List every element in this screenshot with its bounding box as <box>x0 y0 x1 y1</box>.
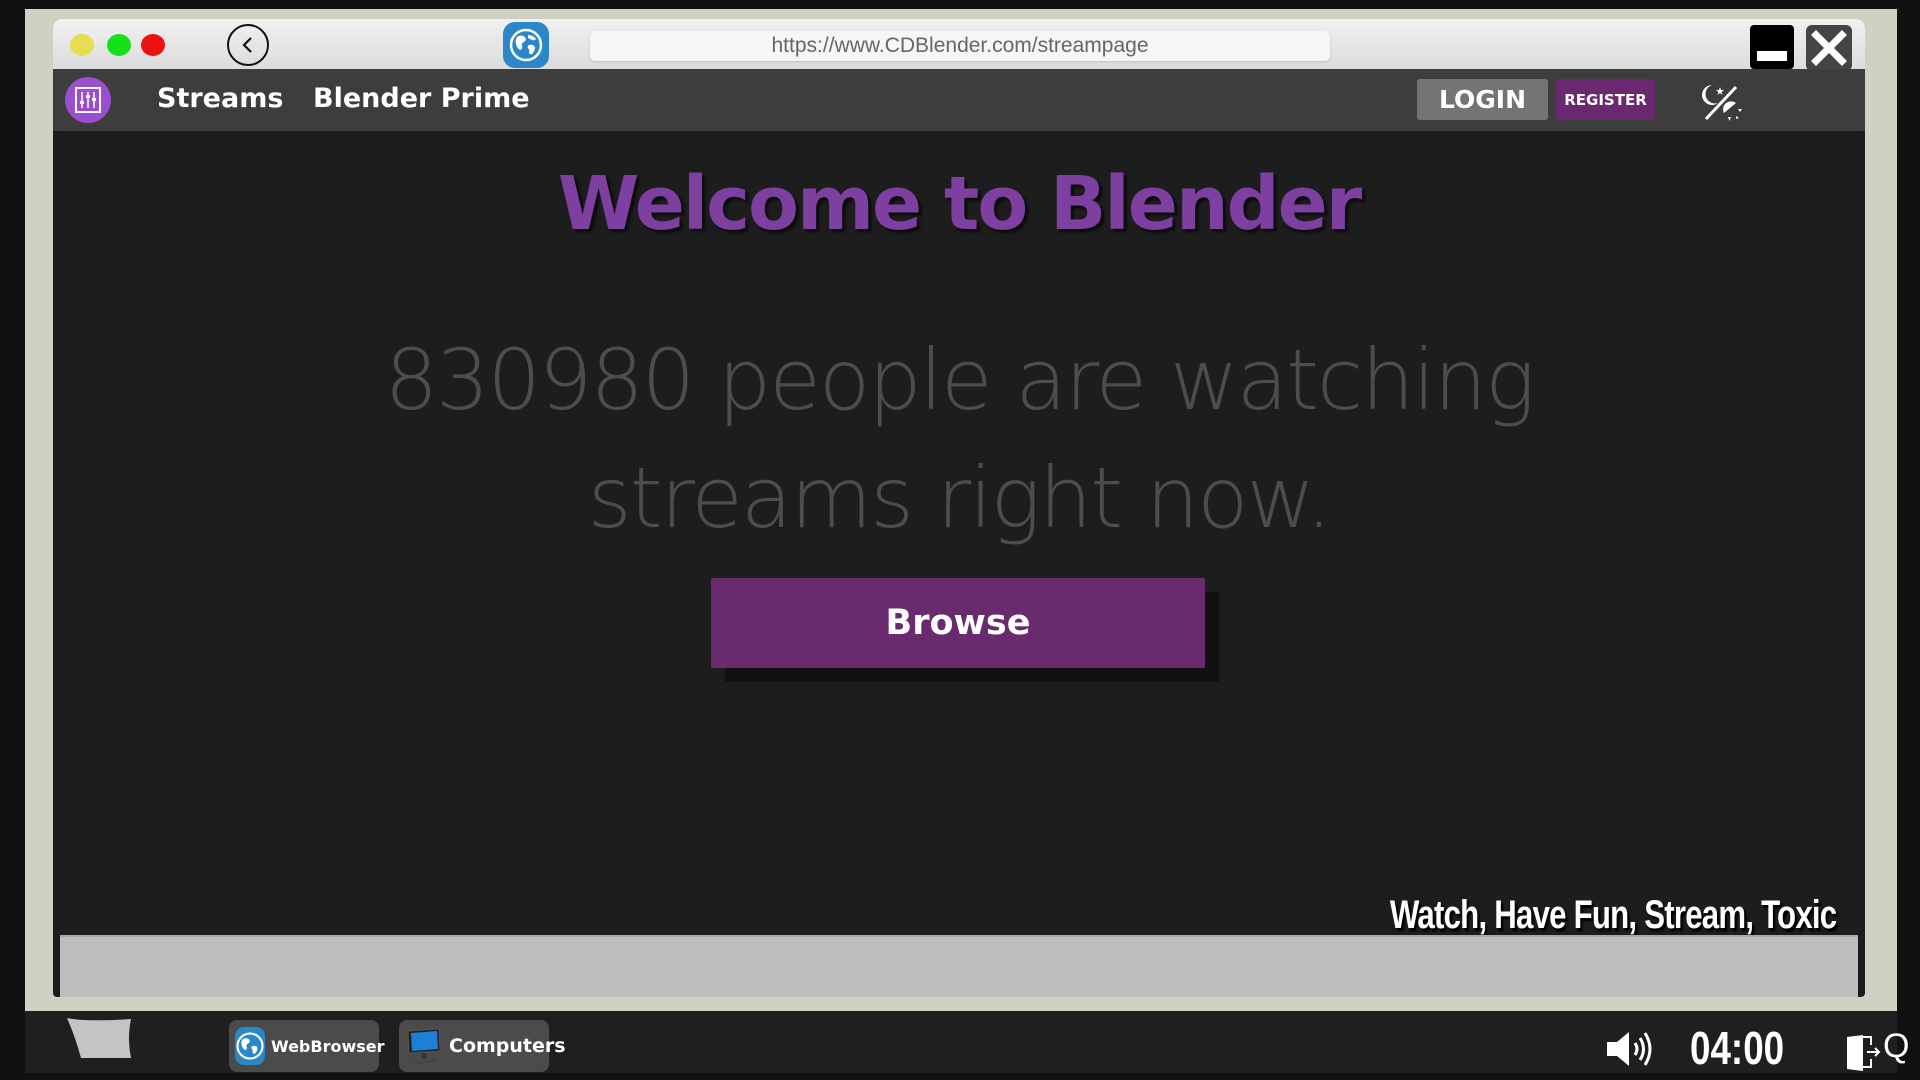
page-title: Welcome to Blender <box>557 161 1363 247</box>
day-night-toggle-icon <box>1702 85 1742 121</box>
traffic-light-red[interactable] <box>141 34 165 56</box>
volume-button[interactable] <box>1605 1029 1657 1073</box>
theme-toggle-button[interactable] <box>1698 79 1742 123</box>
trailing-glyph: Q <box>1883 1027 1910 1065</box>
browser-window: https://www.CDBlender.com/streampage Str… <box>53 19 1865 997</box>
close-button[interactable] <box>1806 25 1852 71</box>
nav-link-blender-prime[interactable]: Blender Prime <box>313 83 530 114</box>
chevron-left-icon <box>242 37 252 53</box>
flag-icon <box>67 1018 131 1058</box>
taskbar-item-webbrowser[interactable]: WebBrowser <box>229 1020 385 1072</box>
taskbar-item-label: WebBrowser <box>271 1036 385 1056</box>
url-text: https://www.CDBlender.com/streampage <box>771 34 1149 57</box>
minimize-button[interactable] <box>1750 25 1794 69</box>
globe-icon <box>235 1027 265 1065</box>
site-slogan: Watch, Have Fun, Stream, Toxic <box>1389 893 1837 937</box>
taskbar-item-computers[interactable]: Computers <box>399 1020 566 1072</box>
nav-link-streams[interactable]: Streams <box>157 83 283 114</box>
taskbar-item-label: Computers <box>449 1035 566 1057</box>
start-button[interactable] <box>65 1016 135 1060</box>
browser-titlebar: https://www.CDBlender.com/streampage <box>53 19 1865 71</box>
back-button[interactable] <box>227 24 269 66</box>
site-logo[interactable] <box>65 77 111 123</box>
register-button[interactable]: REGISTER <box>1556 79 1655 120</box>
exit-door-icon <box>1847 1035 1881 1071</box>
browser-home-button[interactable] <box>503 22 549 68</box>
url-bar[interactable]: https://www.CDBlender.com/streampage <box>590 31 1330 61</box>
taskbar-clock: 04:00 <box>1690 1022 1785 1074</box>
viewer-count-line-2: streams right now. <box>587 449 1332 547</box>
monitor-icon <box>405 1027 443 1065</box>
equalizer-icon <box>75 87 101 113</box>
browse-button-wrapper: Browse <box>711 578 1219 682</box>
browse-button[interactable]: Browse <box>711 578 1205 668</box>
viewer-count-text: 830980 people are watching streams right… <box>60 321 1858 557</box>
close-icon <box>1811 30 1847 66</box>
main-content: Welcome to Blender 830980 people are wat… <box>60 131 1858 937</box>
browser-bottom-bar <box>60 935 1858 997</box>
speaker-icon <box>1607 1032 1652 1066</box>
taskbar: WebBrowser Computers 04:00 Q <box>25 1011 1909 1074</box>
login-button[interactable]: LOGIN <box>1417 79 1548 120</box>
traffic-light-green[interactable] <box>107 34 131 56</box>
viewer-count-line-1: 830980 people are watching <box>384 331 1536 429</box>
traffic-light-yellow[interactable] <box>70 34 94 56</box>
globe-icon <box>509 28 543 62</box>
logout-button[interactable] <box>1845 1033 1881 1073</box>
site-navbar: Streams Blender Prime LOGIN REGISTER <box>53 69 1865 131</box>
